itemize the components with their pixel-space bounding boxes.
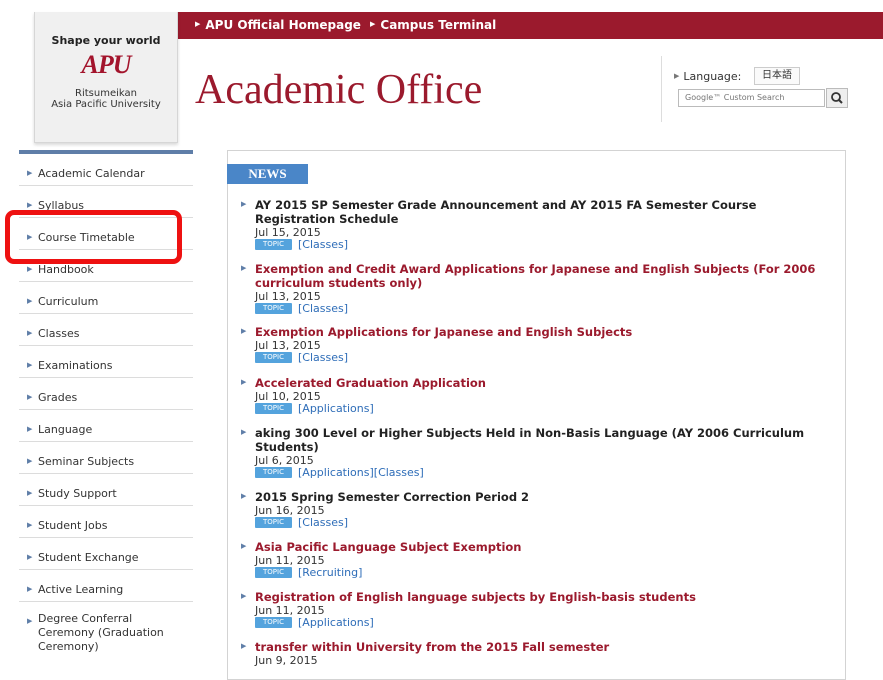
- news-category-link[interactable]: [Recruiting]: [298, 566, 362, 579]
- sidebar-item-language[interactable]: ▶ Language: [19, 410, 193, 442]
- triangle-right-icon: ▶: [27, 297, 33, 305]
- triangle-right-icon: ▶: [241, 200, 247, 208]
- sidebar-item-classes[interactable]: ▶ Classes: [19, 314, 193, 346]
- news-date: Jun 9, 2015: [255, 654, 318, 667]
- search-button[interactable]: [826, 88, 848, 108]
- sidebar-item-study-support[interactable]: ▶ Study Support: [19, 474, 193, 506]
- triangle-right-icon: ▶: [27, 457, 33, 465]
- triangle-right-icon: ▶: [27, 617, 33, 625]
- news-title-link[interactable]: transfer within University from the 2015…: [255, 640, 827, 654]
- news-title-link[interactable]: 2015 Spring Semester Correction Period 2: [255, 490, 827, 504]
- sidebar-item-seminar-subjects[interactable]: ▶ Seminar Subjects: [19, 442, 193, 474]
- sidebar-item-active-learning[interactable]: ▶ Active Learning: [19, 570, 193, 602]
- campus-terminal-link[interactable]: ▶ Campus Terminal: [370, 18, 496, 32]
- news-title-link[interactable]: Accelerated Graduation Application: [255, 376, 827, 390]
- triangle-right-icon: ▶: [370, 20, 376, 28]
- triangle-right-icon: ▶: [241, 378, 247, 386]
- search-input[interactable]: [678, 89, 825, 107]
- triangle-right-icon: ▶: [27, 329, 33, 337]
- triangle-right-icon: ▶: [27, 361, 33, 369]
- triangle-right-icon: ▶: [241, 492, 247, 500]
- logo-line1: Ritsumeikan: [75, 88, 137, 99]
- top-nav-bar: ▶ APU Official Homepage ▶ Campus Terminal: [173, 12, 883, 39]
- news-category-link[interactable]: [Classes]: [298, 351, 348, 364]
- news-category-link[interactable]: [Applications][Classes]: [298, 466, 424, 479]
- triangle-right-icon: ▶: [27, 585, 33, 593]
- triangle-right-icon: ▶: [674, 72, 680, 80]
- news-heading: NEWS: [227, 164, 308, 184]
- sidebar-item-curriculum[interactable]: ▶ Curriculum: [19, 282, 193, 314]
- logo-tagline: Shape your world: [51, 34, 161, 47]
- logo-mark: APU: [81, 50, 132, 79]
- sidebar-item-grades[interactable]: ▶ Grades: [19, 378, 193, 410]
- triangle-right-icon: ▶: [241, 592, 247, 600]
- news-title-link[interactable]: Exemption and Credit Award Applications …: [255, 262, 827, 290]
- triangle-right-icon: ▶: [27, 393, 33, 401]
- topic-badge: TOPIC: [255, 567, 292, 578]
- news-title-link[interactable]: Exemption Applications for Japanese and …: [255, 325, 827, 339]
- triangle-right-icon: ▶: [27, 425, 33, 433]
- triangle-right-icon: ▶: [241, 327, 247, 335]
- triangle-right-icon: ▶: [27, 521, 33, 529]
- triangle-right-icon: ▶: [241, 428, 247, 436]
- news-title-link[interactable]: aking 300 Level or Higher Subjects Held …: [255, 426, 827, 454]
- news-category-link[interactable]: [Classes]: [298, 302, 348, 315]
- sidebar-item-academic-calendar[interactable]: ▶ Academic Calendar: [19, 154, 193, 186]
- news-category-link[interactable]: [Classes]: [298, 238, 348, 251]
- triangle-right-icon: ▶: [195, 20, 201, 28]
- news-title-link[interactable]: Registration of English language subject…: [255, 590, 827, 604]
- topic-badge: TOPIC: [255, 403, 292, 414]
- topic-badge: TOPIC: [255, 303, 292, 314]
- topic-badge: TOPIC: [255, 467, 292, 478]
- triangle-right-icon: ▶: [241, 642, 247, 650]
- logo-line2: Asia Pacific University: [51, 99, 161, 110]
- sidebar-item-degree-conferral-ceremony[interactable]: ▶ Degree Conferral Ceremony (Graduation C…: [19, 602, 193, 658]
- topic-badge: TOPIC: [255, 239, 292, 250]
- language-search-box: ▶ Language: 日本語: [661, 56, 883, 122]
- apu-logo[interactable]: Shape your world APU Ritsumeikan Asia Pa…: [34, 12, 178, 143]
- highlight-box: [5, 210, 182, 264]
- topic-badge: TOPIC: [255, 352, 292, 363]
- language-label: ▶ Language:: [674, 70, 742, 83]
- japanese-language-button[interactable]: 日本語: [754, 67, 800, 85]
- triangle-right-icon: ▶: [27, 169, 33, 177]
- news-category-link[interactable]: [Applications]: [298, 616, 374, 629]
- triangle-right-icon: ▶: [241, 264, 247, 272]
- sidebar-item-examinations[interactable]: ▶ Examinations: [19, 346, 193, 378]
- topic-badge: TOPIC: [255, 517, 292, 528]
- apu-homepage-link[interactable]: ▶ APU Official Homepage: [195, 18, 361, 32]
- triangle-right-icon: ▶: [27, 553, 33, 561]
- news-category-link[interactable]: [Classes]: [298, 516, 348, 529]
- triangle-right-icon: ▶: [27, 265, 33, 273]
- page-title: Academic Office: [195, 67, 483, 113]
- topic-badge: TOPIC: [255, 617, 292, 628]
- news-title-link[interactable]: Asia Pacific Language Subject Exemption: [255, 540, 827, 554]
- magnifier-icon: [831, 92, 843, 104]
- sidebar-item-student-exchange[interactable]: ▶ Student Exchange: [19, 538, 193, 570]
- triangle-right-icon: ▶: [27, 489, 33, 497]
- news-title-link[interactable]: AY 2015 SP Semester Grade Announcement a…: [255, 198, 827, 226]
- triangle-right-icon: ▶: [241, 542, 247, 550]
- news-category-link[interactable]: [Applications]: [298, 402, 374, 415]
- sidebar-item-student-jobs[interactable]: ▶ Student Jobs: [19, 506, 193, 538]
